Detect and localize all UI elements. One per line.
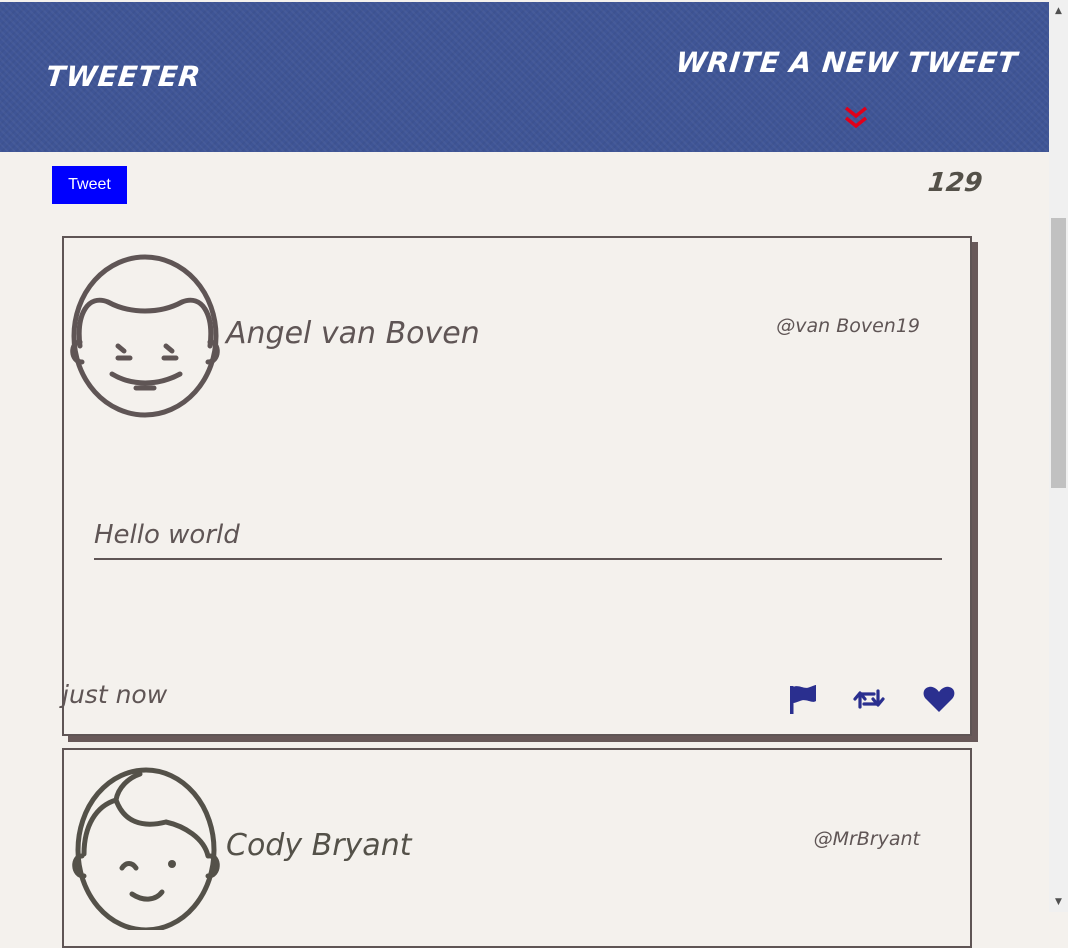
tweet-submit-button[interactable]: Tweet: [52, 166, 127, 204]
tweet-author-name: Cody Bryant: [226, 828, 412, 863]
avatar-winking-face-icon: [72, 767, 220, 930]
brand-logo-text[interactable]: TWEETER: [44, 60, 202, 93]
heart-icon[interactable]: [922, 682, 956, 716]
scroll-down-arrow-icon[interactable]: ▼: [1049, 893, 1068, 910]
retweet-icon[interactable]: [852, 682, 886, 716]
scroll-up-arrow-icon[interactable]: ▲: [1049, 2, 1068, 19]
tweet-content: Hello world: [94, 520, 942, 560]
character-counter: 129: [926, 168, 984, 198]
avatar-smiling-face-icon: [70, 254, 220, 418]
tweet-card: Angel van Boven @van Boven19 Hello world…: [62, 236, 972, 736]
tweet-author-name: Angel van Boven: [226, 316, 480, 351]
top-navigation-bar: TWEETER WRITE A NEW TWEET: [0, 2, 1049, 152]
write-new-tweet-toggle[interactable]: WRITE A NEW TWEET: [674, 46, 1019, 79]
tweet-author-handle: @MrBryant: [813, 828, 920, 850]
tweet-card: Cody Bryant @MrBryant: [62, 748, 972, 948]
double-chevron-down-icon[interactable]: [842, 104, 870, 132]
tweet-author-handle: @van Boven19: [776, 315, 920, 337]
scrollbar-thumb[interactable]: [1051, 218, 1066, 488]
tweet-timestamp: just now: [62, 680, 168, 709]
vertical-scrollbar[interactable]: ▲ ▼: [1049, 0, 1068, 912]
flag-icon[interactable]: [786, 682, 820, 716]
